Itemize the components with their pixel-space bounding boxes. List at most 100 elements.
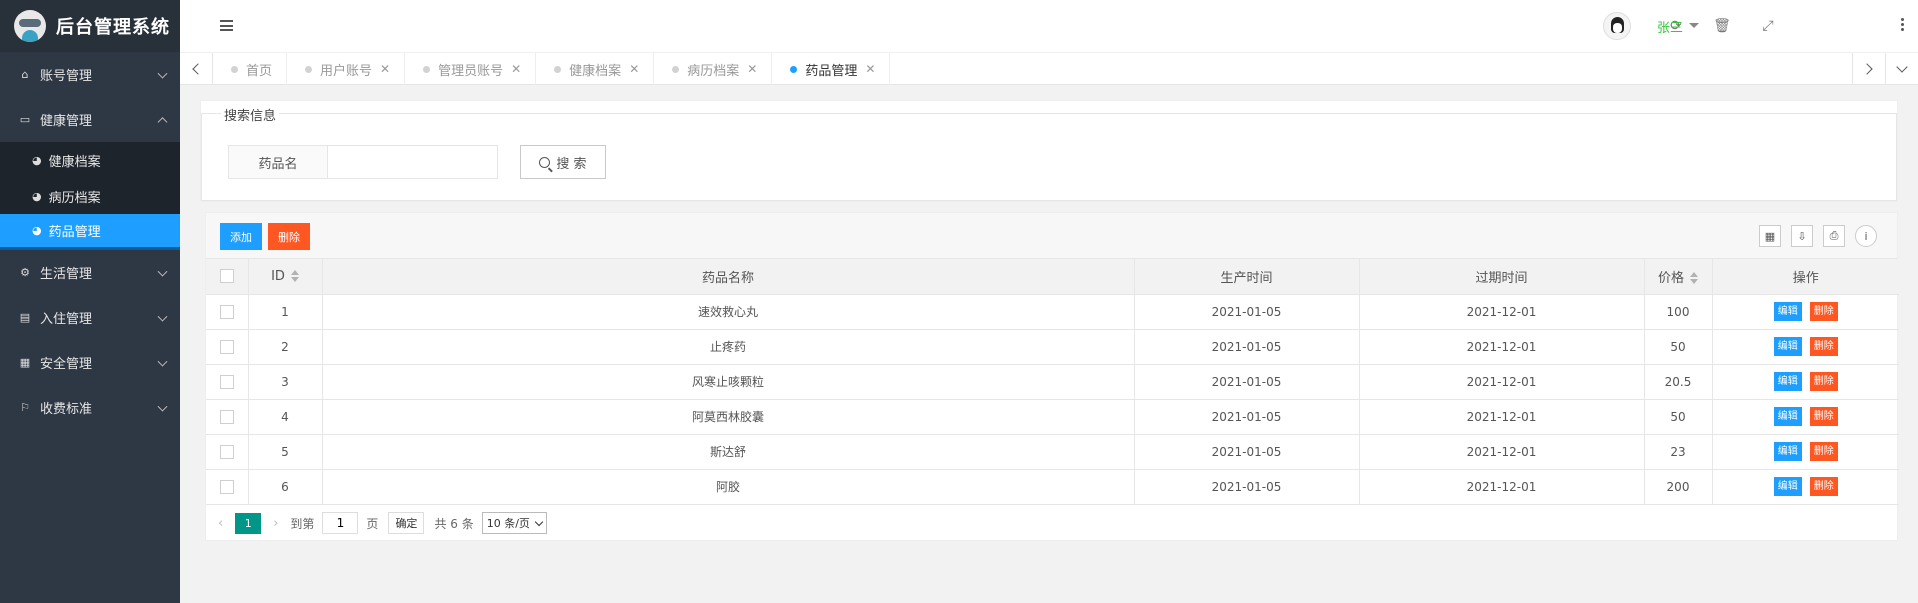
cell-expires: 2021-12-01 [1359, 294, 1645, 330]
close-icon[interactable]: ✕ [747, 62, 757, 76]
row-checkbox-cell[interactable] [206, 294, 249, 330]
cell-price: 50 [1644, 329, 1713, 365]
row-checkbox-cell[interactable] [206, 329, 249, 365]
table-row: 1 速效救心丸 2021-01-05 2021-12-01 100 编辑 删除 [206, 294, 1899, 330]
column-header-price[interactable]: 价格 [1644, 259, 1713, 295]
info-icon[interactable]: i [1855, 225, 1877, 247]
edit-button[interactable]: 编辑 [1773, 337, 1802, 356]
select-all-cell[interactable] [206, 259, 249, 295]
close-icon[interactable]: ✕ [865, 62, 875, 76]
delete-button[interactable]: 删除 [1809, 407, 1838, 426]
username[interactable]: 张三 [1657, 17, 1683, 36]
sidebar-item-fees[interactable]: ⚐ 收费标准 [0, 385, 180, 430]
tab-scroll-left-icon[interactable] [180, 53, 213, 85]
dashboard-icon: ◕ [32, 189, 42, 203]
batch-delete-button[interactable]: 删除 [268, 223, 310, 250]
sidebar-item-label: 病历档案 [48, 190, 101, 206]
cell-id: 5 [248, 434, 323, 470]
tab-drug-management[interactable]: 药品管理 ✕ [772, 53, 891, 85]
next-page-icon[interactable]: › [273, 516, 278, 531]
caret-down-icon[interactable] [1689, 23, 1699, 28]
column-header-label: 价格 [1657, 270, 1684, 286]
delete-button[interactable]: 删除 [1809, 442, 1838, 461]
tab-user-account[interactable]: 用户账号 ✕ [287, 53, 406, 85]
cell-produced: 2021-01-05 [1134, 364, 1360, 400]
add-button[interactable]: 添加 [220, 223, 262, 250]
sidebar-item-label: 入住管理 [40, 312, 93, 327]
sidebar-item-drug-management[interactable]: ◕ 药品管理 [0, 214, 180, 250]
edit-button[interactable]: 编辑 [1773, 442, 1802, 461]
avatar[interactable] [1603, 12, 1631, 40]
sidebar-item-health-records[interactable]: ◕ 健康档案 [0, 142, 180, 178]
close-icon[interactable]: ✕ [380, 62, 390, 76]
prev-page-icon[interactable]: ‹ [218, 516, 223, 531]
sort-icon[interactable] [290, 270, 299, 283]
close-icon[interactable]: ✕ [511, 62, 521, 76]
row-checkbox-cell[interactable] [206, 469, 249, 505]
column-header-name: 药品名称 [322, 259, 1135, 295]
sidebar-item-label: 收费标准 [40, 402, 93, 417]
tab-admin-account[interactable]: 管理员账号 ✕ [405, 53, 537, 85]
row-checkbox[interactable] [219, 444, 234, 459]
delete-button[interactable]: 删除 [1809, 302, 1838, 321]
search-field-label: 药品名 [228, 145, 328, 179]
print-icon[interactable]: ⎙ [1823, 225, 1845, 247]
table-header-row: ID 药品名称 生产时间 过期时间 价格 操作 [206, 259, 1899, 295]
sidebar-item-health[interactable]: ▭ 健康管理 [0, 97, 180, 142]
page-size-select[interactable]: 10 条/页 [481, 512, 547, 534]
row-checkbox[interactable] [219, 304, 234, 319]
row-checkbox[interactable] [219, 374, 234, 389]
edit-button[interactable]: 编辑 [1773, 477, 1802, 496]
cell-name: 止疼药 [322, 329, 1135, 365]
row-checkbox[interactable] [219, 339, 234, 354]
tab-scroll-right-icon[interactable] [1852, 53, 1885, 85]
row-checkbox-cell[interactable] [206, 399, 249, 435]
row-checkbox-cell[interactable] [206, 364, 249, 400]
tab-health-records[interactable]: 健康档案 ✕ [536, 53, 655, 85]
tab-home[interactable]: 首页 [213, 53, 288, 85]
drug-name-input[interactable] [328, 145, 498, 179]
edit-button[interactable]: 编辑 [1773, 302, 1802, 321]
sidebar-item-checkin[interactable]: ▤ 入住管理 [0, 295, 180, 340]
columns-icon[interactable]: ▦ [1759, 225, 1781, 247]
dashboard-icon: ◕ [32, 153, 42, 167]
cell-price: 50 [1644, 399, 1713, 435]
cell-expires: 2021-12-01 [1359, 434, 1645, 470]
trash-icon[interactable]: 🗑 [1713, 18, 1731, 34]
table-panel: 添加 删除 ▦ ⇩ ⎙ i ID 药品名称 生产时间 过期时间 价格 操作 1 [205, 212, 1899, 541]
edit-button[interactable]: 编辑 [1773, 407, 1802, 426]
delete-button[interactable]: 删除 [1809, 337, 1838, 356]
menu-toggle-icon[interactable] [220, 20, 233, 31]
cell-price: 20.5 [1644, 364, 1713, 400]
submenu-health: ◕ 健康档案 ◕ 病历档案 ◕ 药品管理 [0, 142, 180, 250]
goto-page-input[interactable] [322, 512, 359, 534]
sidebar-item-medical-records[interactable]: ◕ 病历档案 [0, 178, 180, 214]
cell-price: 23 [1644, 434, 1713, 470]
edit-button[interactable]: 编辑 [1773, 372, 1802, 391]
delete-button[interactable]: 删除 [1809, 477, 1838, 496]
sidebar-item-security[interactable]: ▦ 安全管理 [0, 340, 180, 385]
sidebar-item-label: 生活管理 [40, 267, 93, 282]
current-page-button[interactable]: 1 [235, 512, 262, 534]
tab-medical-records[interactable]: 病历档案 ✕ [654, 53, 773, 85]
goto-confirm-button[interactable]: 确定 [388, 512, 425, 534]
search-button[interactable]: 搜 索 [520, 145, 606, 179]
row-checkbox-cell[interactable] [206, 434, 249, 470]
sidebar-item-account[interactable]: ⌂ 账号管理 [0, 52, 180, 97]
export-icon[interactable]: ⇩ [1791, 225, 1813, 247]
sidebar-item-life[interactable]: ⚙ 生活管理 [0, 250, 180, 295]
more-icon[interactable] [1901, 18, 1905, 33]
cell-actions: 编辑 删除 [1712, 294, 1899, 330]
close-icon[interactable]: ✕ [629, 62, 639, 76]
tab-menu-dropdown-icon[interactable] [1885, 53, 1918, 85]
cell-produced: 2021-01-05 [1134, 329, 1360, 365]
column-header-id[interactable]: ID [248, 259, 323, 295]
delete-button[interactable]: 删除 [1809, 372, 1838, 391]
row-checkbox[interactable] [219, 479, 234, 494]
sort-icon[interactable] [1690, 272, 1698, 285]
row-checkbox[interactable] [219, 409, 234, 424]
logo-icon [14, 10, 46, 42]
fullscreen-icon[interactable]: ⤢ [1760, 18, 1776, 34]
select-all-checkbox[interactable] [219, 269, 234, 284]
cell-price: 200 [1644, 469, 1713, 505]
